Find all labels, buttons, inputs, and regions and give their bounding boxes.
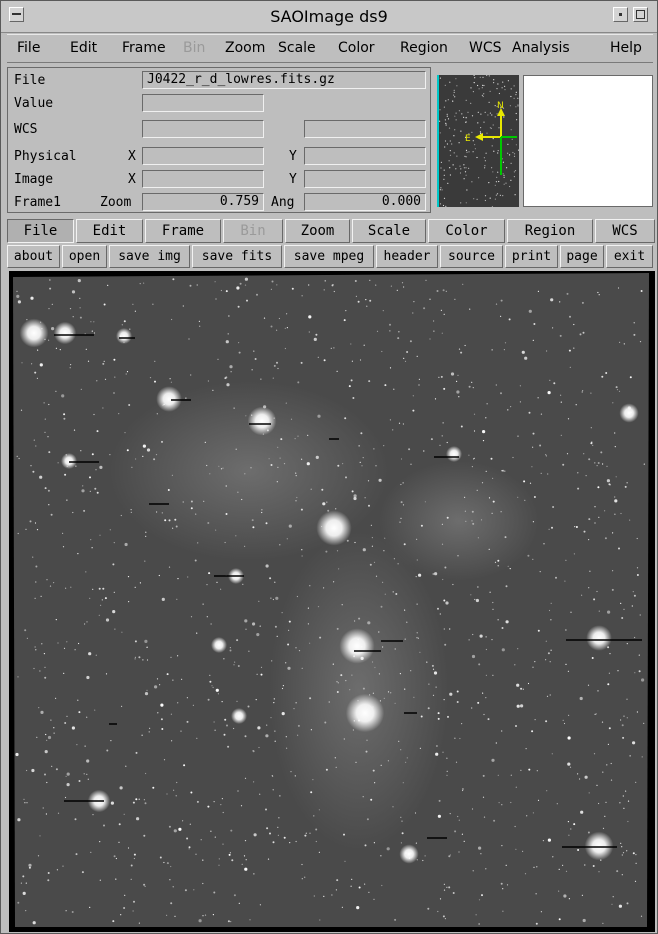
tab-wcs[interactable]: WCS bbox=[595, 219, 655, 243]
physical-label: Physical bbox=[14, 149, 77, 164]
source-button[interactable]: source bbox=[440, 245, 503, 268]
menu-file[interactable]: File bbox=[17, 40, 40, 56]
magnifier-panel bbox=[523, 75, 653, 207]
button-bar-file: about open save img save fits save mpeg … bbox=[7, 245, 655, 268]
maximize-icon[interactable] bbox=[633, 7, 648, 22]
about-button[interactable]: about bbox=[7, 245, 60, 268]
physical-x-label: X bbox=[128, 149, 136, 164]
window-title: SAOImage ds9 bbox=[270, 7, 388, 26]
exit-button[interactable]: exit bbox=[606, 245, 653, 268]
angle-label: Ang bbox=[271, 195, 295, 210]
compass-north-label: N bbox=[497, 101, 504, 111]
wcs-x-field bbox=[142, 120, 264, 138]
save-fits-button[interactable]: save fits bbox=[192, 245, 282, 268]
tab-region[interactable]: Region bbox=[507, 219, 593, 243]
tab-frame[interactable]: Frame bbox=[145, 219, 221, 243]
value-field bbox=[142, 94, 264, 112]
minimize-icon[interactable] bbox=[613, 7, 628, 22]
tab-zoom[interactable]: Zoom bbox=[285, 219, 350, 243]
menu-edit[interactable]: Edit bbox=[70, 40, 97, 56]
image-label: Image bbox=[14, 172, 54, 187]
save-mpeg-button[interactable]: save mpeg bbox=[284, 245, 374, 268]
menu-region[interactable]: Region bbox=[400, 40, 448, 56]
tab-bin: Bin bbox=[223, 219, 283, 243]
menu-scale[interactable]: Scale bbox=[278, 40, 316, 56]
menu-frame[interactable]: Frame bbox=[122, 40, 166, 56]
physical-y-field bbox=[304, 147, 426, 165]
angle-field: 0.000 bbox=[304, 193, 426, 211]
image-y-field bbox=[304, 170, 426, 188]
panner-thumbnail[interactable]: N E bbox=[437, 75, 519, 207]
file-label: File bbox=[14, 73, 46, 88]
menu-help[interactable]: Help bbox=[610, 40, 642, 56]
astronomical-image bbox=[9, 271, 655, 932]
tab-color[interactable]: Color bbox=[428, 219, 505, 243]
title-bar: SAOImage ds9 bbox=[1, 1, 657, 33]
image-display-frame[interactable] bbox=[9, 271, 655, 932]
menu-bin: Bin bbox=[183, 40, 206, 56]
wcs-label: WCS bbox=[14, 122, 38, 137]
compass-east-label: E bbox=[465, 134, 471, 144]
button-bar-main: File Edit Frame Bin Zoom Scale Color Reg… bbox=[7, 219, 655, 243]
print-button[interactable]: print bbox=[505, 245, 558, 268]
menu-zoom[interactable]: Zoom bbox=[225, 40, 265, 56]
frame-label: Frame1 bbox=[14, 195, 61, 210]
tab-edit[interactable]: Edit bbox=[76, 219, 143, 243]
compass-icon bbox=[475, 108, 517, 175]
header-button[interactable]: header bbox=[376, 245, 438, 268]
page-button[interactable]: page bbox=[560, 245, 604, 268]
save-img-button[interactable]: save img bbox=[109, 245, 190, 268]
physical-x-field bbox=[142, 147, 264, 165]
file-name-field: J0422_r_d_lowres.fits.gz bbox=[142, 71, 426, 89]
zoom-field: 0.759 bbox=[142, 193, 264, 211]
physical-y-label: Y bbox=[289, 149, 297, 164]
tab-file[interactable]: File bbox=[7, 219, 74, 243]
image-y-label: Y bbox=[289, 172, 297, 187]
open-button[interactable]: open bbox=[62, 245, 107, 268]
tab-scale[interactable]: Scale bbox=[352, 219, 426, 243]
menu-wcs[interactable]: WCS bbox=[469, 40, 502, 56]
menu-analysis[interactable]: Analysis bbox=[512, 40, 570, 56]
image-x-label: X bbox=[128, 172, 136, 187]
menu-bar: File Edit Frame Bin Zoom Scale Color Reg… bbox=[7, 34, 653, 63]
ds9-window: SAOImage ds9 File Edit Frame Bin Zoom Sc… bbox=[0, 0, 658, 934]
menu-color[interactable]: Color bbox=[338, 40, 375, 56]
zoom-label: Zoom bbox=[100, 195, 132, 210]
wcs-y-field bbox=[304, 120, 426, 138]
value-label: Value bbox=[14, 96, 54, 111]
image-x-field bbox=[142, 170, 264, 188]
panner-image: N E bbox=[439, 75, 519, 207]
info-panel: File J0422_r_d_lowres.fits.gz Value WCS … bbox=[7, 67, 431, 213]
